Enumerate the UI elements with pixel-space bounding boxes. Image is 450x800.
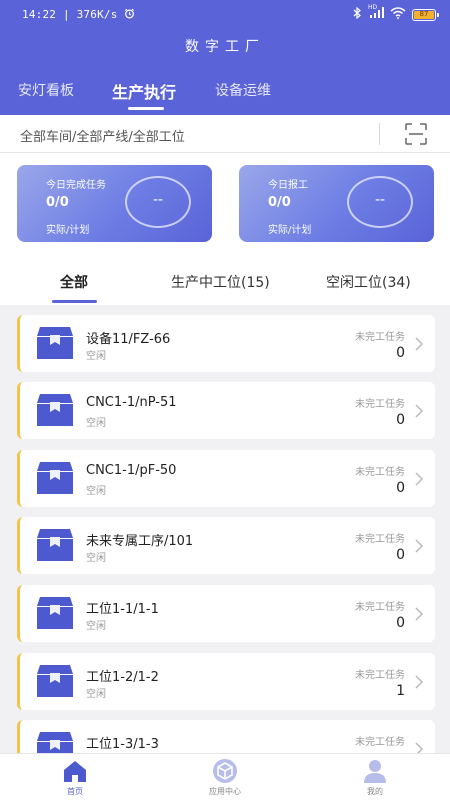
chevron-right-icon <box>414 674 424 689</box>
card-title: 今日报工 <box>268 180 308 191</box>
bluetooth-icon <box>352 6 362 22</box>
tab-production-execution[interactable]: 生产执行 <box>112 79 176 103</box>
station-name: 工位1-1/1-1 <box>86 602 159 617</box>
unfinished-task-count: 1 <box>396 683 405 699</box>
bottom-nav: 首页 应用中心 我的 <box>0 753 450 800</box>
card-subtitle: 实际/计划 <box>268 225 312 236</box>
tab-all-stations[interactable]: 全部 <box>60 272 88 292</box>
tab-equipment-maintenance[interactable]: 设备运维 <box>215 80 271 100</box>
card-value: 0/0 <box>46 195 69 210</box>
station-list: 设备11/FZ-66 空闲 未完工任务 0 CNC1-1/nP-51 空闲 未完… <box>0 305 450 753</box>
box-icon <box>35 595 75 631</box>
station-status: 空闲 <box>86 486 106 497</box>
list-item[interactable]: 未来专属工序/101 空闲 未完工任务 0 <box>17 517 435 574</box>
box-icon <box>35 730 75 753</box>
unfinished-task-label: 未完工任务 <box>355 602 405 613</box>
app-header: 14:22 | 376K/s HD 87 数字工厂 安灯看板 生产执行 设备运维 <box>0 0 450 115</box>
station-name: 工位1-2/1-2 <box>86 670 159 685</box>
station-name: 未来专属工序/101 <box>86 534 194 549</box>
station-status: 空闲 <box>86 418 106 429</box>
status-speed: 376K/s <box>76 8 118 21</box>
chevron-right-icon <box>414 538 424 553</box>
unfinished-task-count: 0 <box>396 480 405 496</box>
status-time-speed: 14:22 | 376K/s <box>22 8 135 21</box>
filter-divider <box>379 123 380 145</box>
station-status: 空闲 <box>86 621 106 632</box>
tab-idle-stations[interactable]: 空闲工位(34) <box>326 272 411 292</box>
station-name: 设备11/FZ-66 <box>86 332 171 347</box>
list-item[interactable]: 工位1-1/1-1 空闲 未完工任务 0 <box>17 585 435 642</box>
chevron-right-icon <box>414 336 424 351</box>
tab-andon-board[interactable]: 安灯看板 <box>18 80 74 100</box>
chevron-right-icon <box>414 403 424 418</box>
nav-home[interactable]: 首页 <box>35 758 115 797</box>
user-icon <box>364 760 386 783</box>
card-title: 今日完成任务 <box>46 180 106 191</box>
box-icon <box>35 325 75 361</box>
nav-label: 应用中心 <box>209 787 241 796</box>
unfinished-task-label: 未完工任务 <box>355 467 405 478</box>
station-filter-tabs: 全部 生产中工位(15) 空闲工位(34) <box>0 259 450 305</box>
active-filter-indicator <box>52 300 97 303</box>
box-icon <box>35 392 75 428</box>
signal-icon: HD <box>368 4 384 22</box>
chevron-right-icon <box>414 741 424 753</box>
list-item[interactable]: CNC1-1/pF-50 空闲 未完工任务 0 <box>17 450 435 507</box>
wifi-icon <box>390 7 406 22</box>
station-name: CNC1-1/nP-51 <box>86 395 177 410</box>
top-tabs: 安灯看板 生产执行 设备运维 <box>0 80 450 115</box>
today-work-report-card[interactable]: 今日报工 0/0 实际/计划 -- <box>239 165 434 242</box>
card-subtitle: 实际/计划 <box>46 225 90 236</box>
status-icons: HD 87 <box>352 4 439 22</box>
station-name: CNC1-1/pF-50 <box>86 463 177 478</box>
nav-app-center[interactable]: 应用中心 <box>185 758 265 797</box>
unfinished-task-label: 未完工任务 <box>355 332 405 343</box>
status-time: 14:22 <box>22 8 57 21</box>
nav-label: 首页 <box>67 787 83 796</box>
card-value: 0/0 <box>268 195 291 210</box>
list-item[interactable]: 工位1-3/1-3 空闲 未完工任务 <box>17 720 435 753</box>
progress-ring-value: -- <box>374 192 386 208</box>
unfinished-task-count: 0 <box>396 615 405 631</box>
battery-level: 87 <box>414 10 434 19</box>
station-name: 工位1-3/1-3 <box>86 737 159 752</box>
app-center-icon <box>213 759 237 783</box>
status-bar: 14:22 | 376K/s HD 87 <box>0 0 450 30</box>
home-icon <box>64 761 86 782</box>
box-icon <box>35 527 75 563</box>
unfinished-task-count: 0 <box>396 412 405 428</box>
unfinished-task-label: 未完工任务 <box>355 534 405 545</box>
network-type: HD <box>368 4 378 11</box>
box-icon <box>35 460 75 496</box>
unfinished-task-label: 未完工任务 <box>355 399 405 410</box>
unfinished-task-label: 未完工任务 <box>355 737 405 748</box>
list-item[interactable]: CNC1-1/nP-51 空闲 未完工任务 0 <box>17 382 435 439</box>
chevron-right-icon <box>414 471 424 486</box>
battery-icon: 87 <box>412 8 439 21</box>
summary-section: 今日完成任务 0/0 实际/计划 -- 今日报工 0/0 实际/计划 -- <box>0 153 450 259</box>
today-completed-tasks-card[interactable]: 今日完成任务 0/0 实际/计划 -- <box>17 165 212 242</box>
chevron-right-icon <box>414 606 424 621</box>
scan-icon[interactable] <box>405 123 427 145</box>
station-status: 空闲 <box>86 689 106 700</box>
box-icon <box>35 663 75 699</box>
app-title: 数字工厂 <box>185 39 265 55</box>
tab-producing-stations[interactable]: 生产中工位(15) <box>171 272 270 292</box>
station-status: 空闲 <box>86 553 106 564</box>
nav-label: 我的 <box>367 787 383 796</box>
unfinished-task-label: 未完工任务 <box>355 670 405 681</box>
unfinished-task-count: 0 <box>396 547 405 563</box>
station-status: 空闲 <box>86 351 106 362</box>
progress-ring-value: -- <box>152 192 164 208</box>
alarm-icon <box>124 8 135 21</box>
location-filter-bar: 全部车间/全部产线/全部工位 <box>0 115 450 153</box>
list-item[interactable]: 设备11/FZ-66 空闲 未完工任务 0 <box>17 315 435 372</box>
nav-me[interactable]: 我的 <box>335 758 415 797</box>
location-filter[interactable]: 全部车间/全部产线/全部工位 <box>20 126 185 145</box>
active-tab-indicator <box>128 107 164 110</box>
unfinished-task-count: 0 <box>396 345 405 361</box>
list-item[interactable]: 工位1-2/1-2 空闲 未完工任务 1 <box>17 653 435 710</box>
